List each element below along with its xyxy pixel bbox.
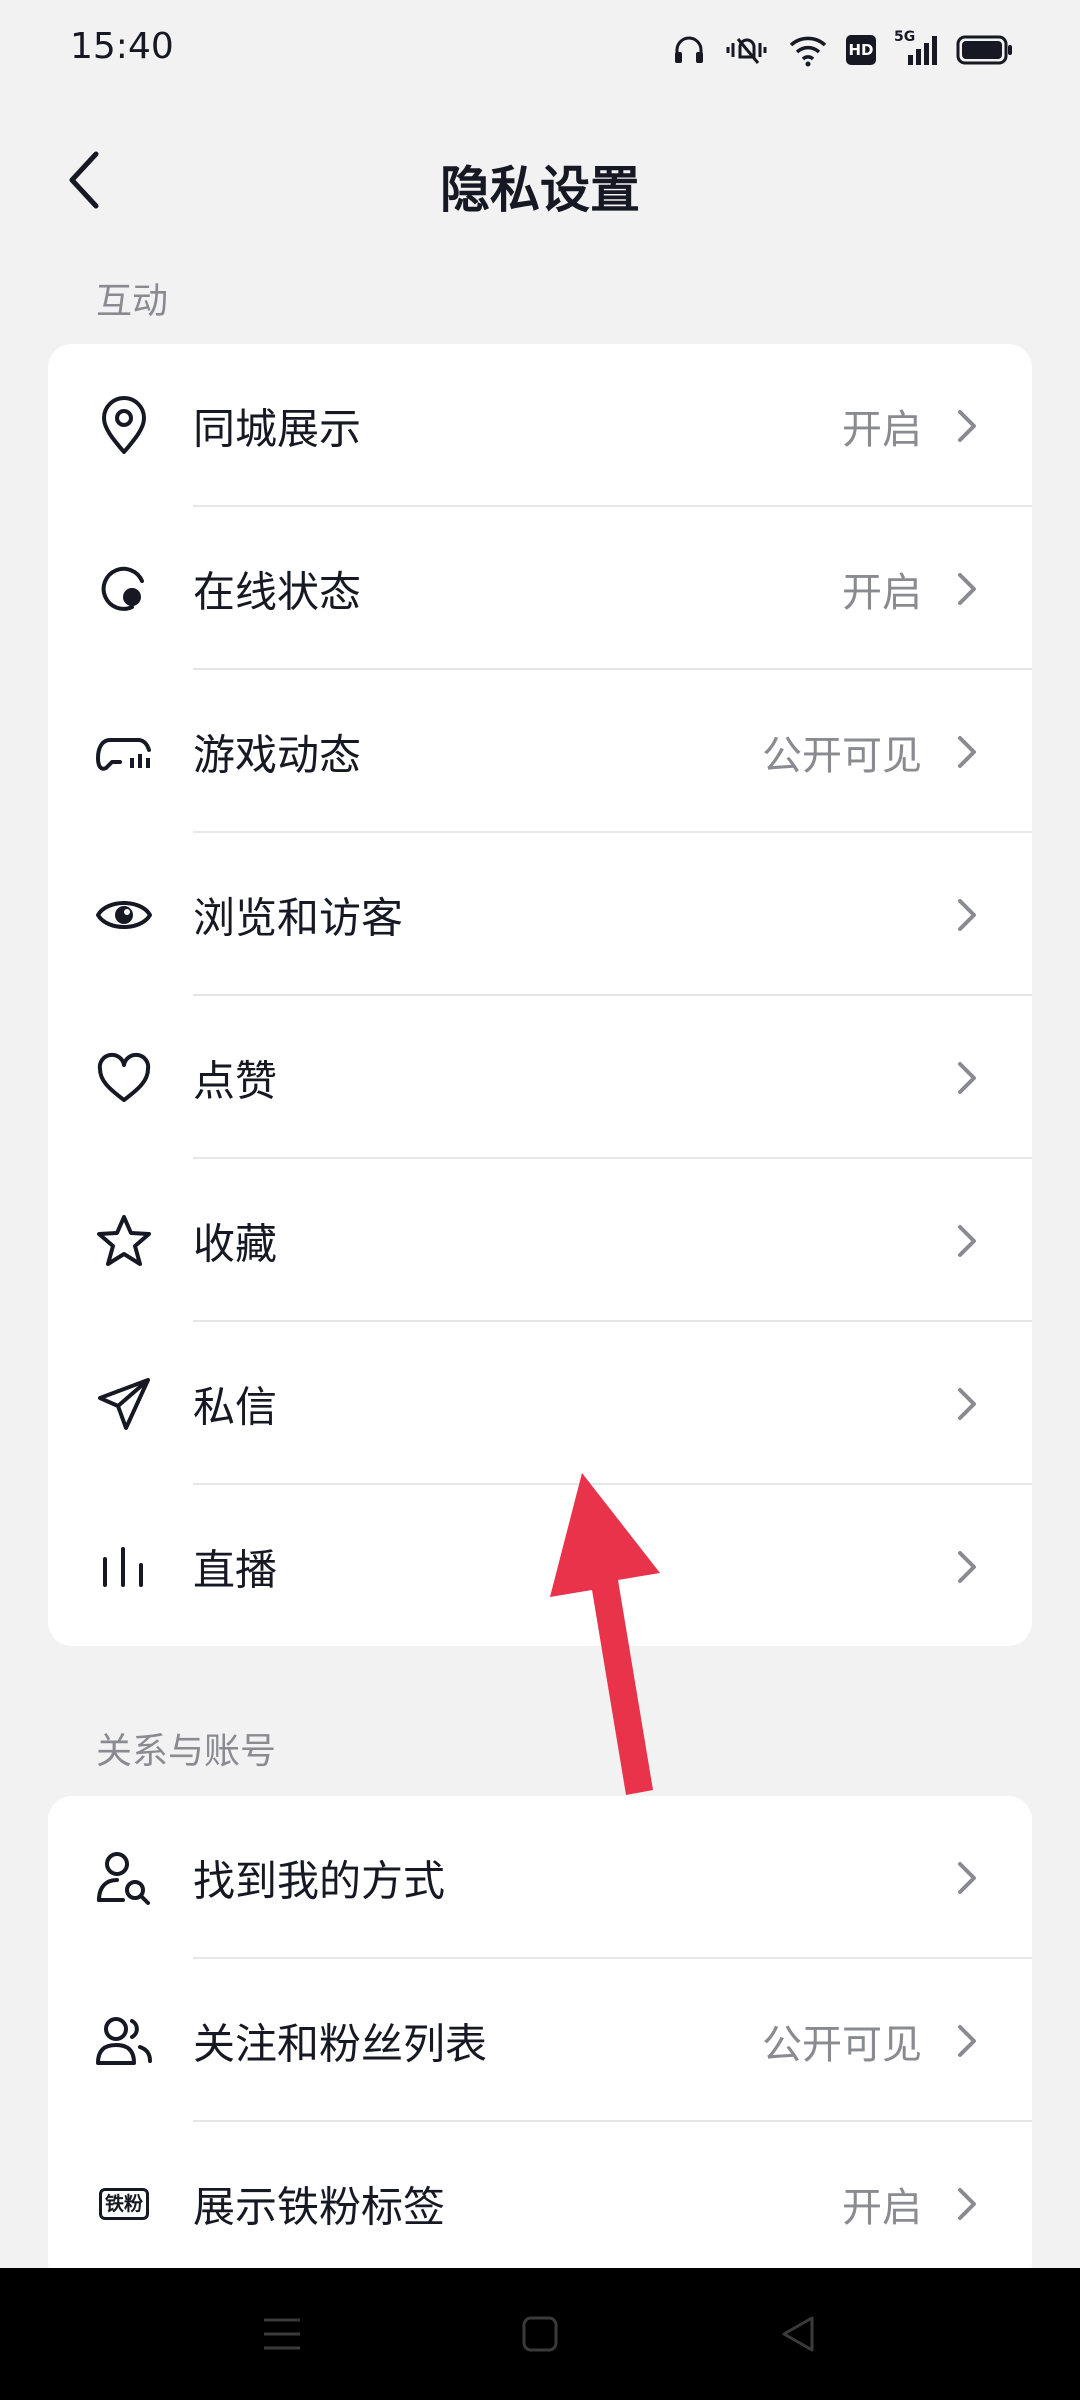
home-square-icon[interactable]	[510, 2304, 570, 2364]
chevron-right-icon	[958, 1224, 976, 1257]
chevron-right-icon	[958, 1387, 976, 1420]
location-pin-icon	[92, 394, 156, 458]
chevron-right-icon	[958, 735, 976, 768]
relations-card: 找到我的方式 关注和粉丝列表 公开可见 铁粉 展示铁粉标签 开启	[48, 1796, 1032, 2286]
heart-icon	[92, 1046, 156, 1110]
back-triangle-icon[interactable]	[768, 2304, 828, 2364]
setting-label: 在线状态	[193, 567, 362, 616]
setting-label: 同城展示	[193, 404, 362, 453]
setting-row-same-city[interactable]: 同城展示 开启	[48, 344, 1032, 507]
setting-value: 公开可见	[762, 2021, 922, 2068]
setting-row-game-activity[interactable]: 游戏动态 公开可见	[48, 670, 1032, 833]
live-bars-icon	[92, 1535, 156, 1599]
gamepad-icon	[92, 720, 156, 784]
online-status-icon	[92, 557, 156, 621]
signal-5g-icon: 5G	[894, 29, 938, 67]
chevron-right-icon	[958, 2187, 976, 2220]
setting-value: 开启	[842, 2184, 922, 2231]
setting-value: 开启	[842, 569, 922, 616]
setting-row-following-followers[interactable]: 关注和粉丝列表 公开可见	[48, 1959, 1032, 2122]
header: 隐私设置	[0, 120, 1080, 240]
section-header-relations: 关系与账号	[96, 1731, 277, 1772]
chevron-right-icon	[958, 1550, 976, 1583]
red-arrow-icon	[550, 1473, 660, 1795]
interaction-card: 同城展示 开启 在线状态 开启 游戏动态 公开可见 浏览和访客 点赞 收藏 私信…	[48, 344, 1032, 1646]
setting-row-direct-message[interactable]: 私信	[48, 1322, 1032, 1485]
setting-row-fan-badge[interactable]: 铁粉 展示铁粉标签 开启	[48, 2122, 1032, 2285]
setting-row-browse-visitors[interactable]: 浏览和访客	[48, 833, 1032, 996]
setting-row-likes[interactable]: 点赞	[48, 996, 1032, 1159]
find-user-icon	[92, 1846, 156, 1910]
setting-row-find-me[interactable]: 找到我的方式	[48, 1796, 1032, 1959]
chevron-right-icon	[958, 409, 976, 442]
setting-label: 私信	[193, 1382, 278, 1431]
setting-label: 找到我的方式	[193, 1856, 446, 1905]
setting-label: 浏览和访客	[193, 893, 404, 942]
star-icon	[92, 1209, 156, 1273]
setting-label: 游戏动态	[193, 730, 362, 779]
chevron-right-icon	[958, 1861, 976, 1894]
headphones-icon	[672, 33, 706, 67]
setting-row-favorites[interactable]: 收藏	[48, 1159, 1032, 1322]
system-navigation-bar	[0, 2268, 1080, 2400]
setting-label: 收藏	[193, 1219, 278, 1268]
users-icon	[92, 2009, 156, 2073]
setting-label: 关注和粉丝列表	[193, 2019, 488, 2068]
status-icons: HD 5G	[672, 29, 1014, 70]
chevron-right-icon	[958, 1061, 976, 1094]
paper-plane-icon	[92, 1372, 156, 1436]
menu-lines-icon[interactable]	[252, 2304, 312, 2364]
chevron-right-icon	[958, 2024, 976, 2057]
setting-label: 展示铁粉标签	[193, 2182, 446, 2231]
status-bar: 15:40 HD 5G	[0, 0, 1080, 100]
battery-icon	[956, 35, 1014, 65]
wifi-icon	[788, 33, 828, 67]
setting-value: 开启	[842, 406, 922, 453]
page-title: 隐私设置	[440, 161, 640, 219]
setting-value: 公开可见	[762, 732, 922, 779]
chevron-right-icon	[958, 898, 976, 931]
hd-badge: HD	[846, 35, 876, 65]
section-header-interaction: 互动	[96, 281, 169, 322]
setting-row-online-status[interactable]: 在线状态 开启	[48, 507, 1032, 670]
fan-badge-icon: 铁粉	[92, 2172, 156, 2236]
setting-label: 点赞	[193, 1056, 278, 1105]
chevron-right-icon	[958, 572, 976, 605]
status-time: 15:40	[70, 26, 174, 67]
setting-label: 直播	[193, 1545, 278, 1594]
fan-badge-text: 铁粉	[98, 2187, 149, 2220]
mute-icon	[724, 33, 770, 67]
eye-icon	[92, 883, 156, 947]
